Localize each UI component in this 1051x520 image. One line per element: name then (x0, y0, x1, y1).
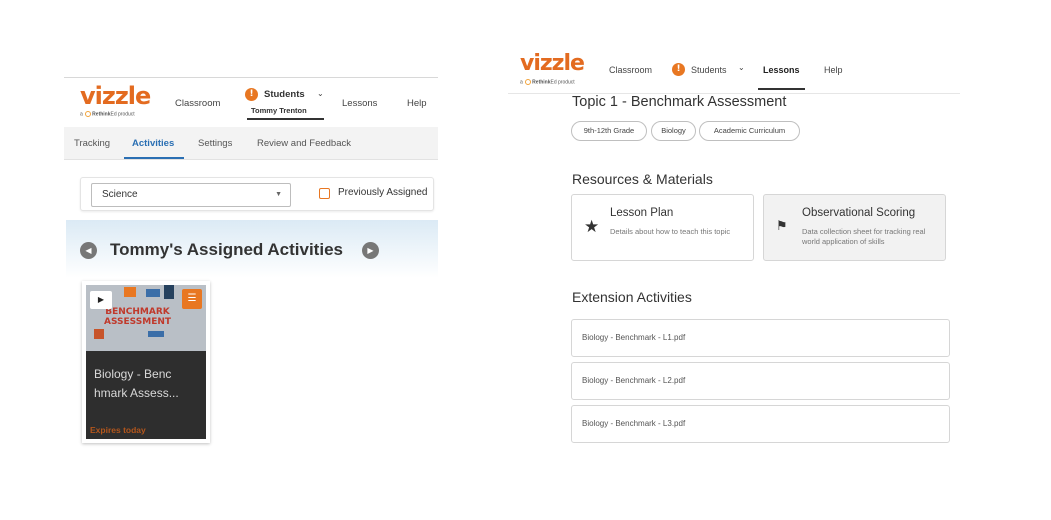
alert-icon: ! (672, 63, 685, 76)
extension-file-row[interactable]: Biology - Benchmark - L2.pdf (571, 362, 950, 400)
checkered-flag-icon: ⚑ (776, 219, 788, 234)
section-title: Tommy's Assigned Activities (110, 240, 343, 259)
nav-classroom[interactable]: Classroom (609, 65, 652, 75)
vizzle-logo[interactable]: vizzle (520, 51, 585, 76)
thumb-decoration (146, 289, 160, 297)
tab-activities[interactable]: Activities (132, 138, 174, 149)
extension-file-row[interactable]: Biology - Benchmark - L3.pdf (571, 405, 950, 443)
list-icon[interactable]: ☰ (182, 289, 202, 309)
student-tabs: Tracking Activities Settings Review and … (64, 127, 438, 160)
extension-file-name: Biology - Benchmark - L3.pdf (582, 419, 686, 428)
assigned-activities-banner: ◀ Tommy's Assigned Activities ▶ (66, 220, 438, 278)
activity-card-body: Biology - Benc hmark Assess... Expires t… (86, 351, 206, 439)
nav-students[interactable]: Students (691, 65, 727, 75)
caret-down-icon: ▼ (275, 191, 282, 198)
tab-settings[interactable]: Settings (198, 138, 232, 149)
activity-card[interactable]: BENCHMARK ASSESSMENT ▶ ☰ Biology - Benc … (82, 281, 210, 443)
resource-title: Lesson Plan (610, 207, 674, 219)
resource-title: Observational Scoring (802, 207, 916, 219)
student-activities-panel: vizzle a RethinkEd product Classroom ! S… (64, 77, 438, 453)
alert-icon: ! (245, 88, 258, 101)
extension-file-name: Biology - Benchmark - L1.pdf (582, 333, 686, 342)
previously-assigned-checkbox[interactable] (319, 188, 330, 199)
activity-title-line2: hmark Assess... (94, 386, 179, 400)
resource-observational-scoring[interactable]: ⚑ Observational Scoring Data collection … (763, 194, 946, 261)
next-arrow-icon[interactable]: ▶ (362, 242, 379, 259)
nav-classroom[interactable]: Classroom (175, 98, 220, 109)
thumb-decoration (164, 285, 174, 299)
subject-select[interactable]: Science ▼ (91, 183, 291, 207)
tag-curriculum: Academic Curriculum (699, 121, 800, 141)
chevron-down-icon[interactable]: ⌄ (317, 89, 324, 98)
nav-help[interactable]: Help (407, 98, 427, 109)
tag-subject: Biology (651, 121, 696, 141)
top-nav: vizzle a RethinkEd product Classroom ! S… (64, 77, 438, 127)
logo-tagline: a RethinkEd product (80, 111, 135, 118)
active-tab-indicator (124, 157, 184, 159)
extension-file-name: Biology - Benchmark - L2.pdf (582, 376, 686, 385)
top-nav: vizzle a RethinkEd product Classroom ! S… (508, 46, 960, 94)
subject-select-value: Science (102, 189, 138, 200)
thumbnail-text-line2: ASSESSMENT (104, 317, 172, 327)
tab-review-feedback[interactable]: Review and Feedback (257, 138, 351, 149)
filter-bar: Science ▼ Previously Assigned (80, 177, 434, 211)
previously-assigned-label[interactable]: Previously Assigned (338, 187, 428, 198)
previous-arrow-icon[interactable]: ◀ (80, 242, 97, 259)
logo-tagline: a RethinkEd product (520, 79, 575, 86)
nav-students[interactable]: Students (264, 89, 305, 100)
nav-lessons[interactable]: Lessons (342, 98, 377, 109)
vizzle-logo[interactable]: vizzle (80, 82, 151, 110)
extension-heading: Extension Activities (572, 289, 692, 305)
play-icon[interactable]: ▶ (90, 291, 112, 309)
rethink-ring-icon (85, 111, 92, 117)
resource-description: Details about how to teach this topic (610, 227, 731, 236)
thumb-decoration (94, 329, 104, 339)
resources-heading: Resources & Materials (572, 171, 713, 187)
tag-grade: 9th-12th Grade (571, 121, 647, 141)
activity-thumbnail: BENCHMARK ASSESSMENT ▶ ☰ (86, 285, 206, 351)
thumbnail-text: BENCHMARK ASSESSMENT (104, 307, 171, 327)
resource-description: Data collection sheet for tracking real … (802, 227, 926, 246)
students-underline (247, 118, 324, 120)
activity-title: Biology - Benc hmark Assess... (94, 365, 202, 403)
thumbnail-text-line1: BENCHMARK (105, 307, 170, 317)
extension-file-row[interactable]: Biology - Benchmark - L1.pdf (571, 319, 950, 357)
expiry-label: Expires today (90, 425, 146, 435)
rethink-ring-icon (525, 79, 532, 85)
topic-title: Topic 1 - Benchmark Assessment (572, 94, 787, 110)
nav-help[interactable]: Help (824, 65, 843, 75)
resource-lesson-plan[interactable]: ★ Lesson Plan Details about how to teach… (571, 194, 754, 261)
selected-student-name[interactable]: Tommy Trenton (251, 106, 307, 115)
chevron-down-icon[interactable]: ⌄ (738, 63, 745, 72)
tab-tracking[interactable]: Tracking (74, 138, 110, 149)
star-icon: ★ (584, 217, 600, 237)
thumb-decoration (124, 287, 136, 297)
active-nav-indicator (758, 88, 805, 90)
thumb-decoration (148, 331, 164, 337)
nav-lessons[interactable]: Lessons (763, 65, 800, 75)
activity-title-line1: Biology - Benc (94, 367, 172, 381)
lesson-detail-panel: vizzle a RethinkEd product Classroom ! S… (508, 46, 968, 456)
